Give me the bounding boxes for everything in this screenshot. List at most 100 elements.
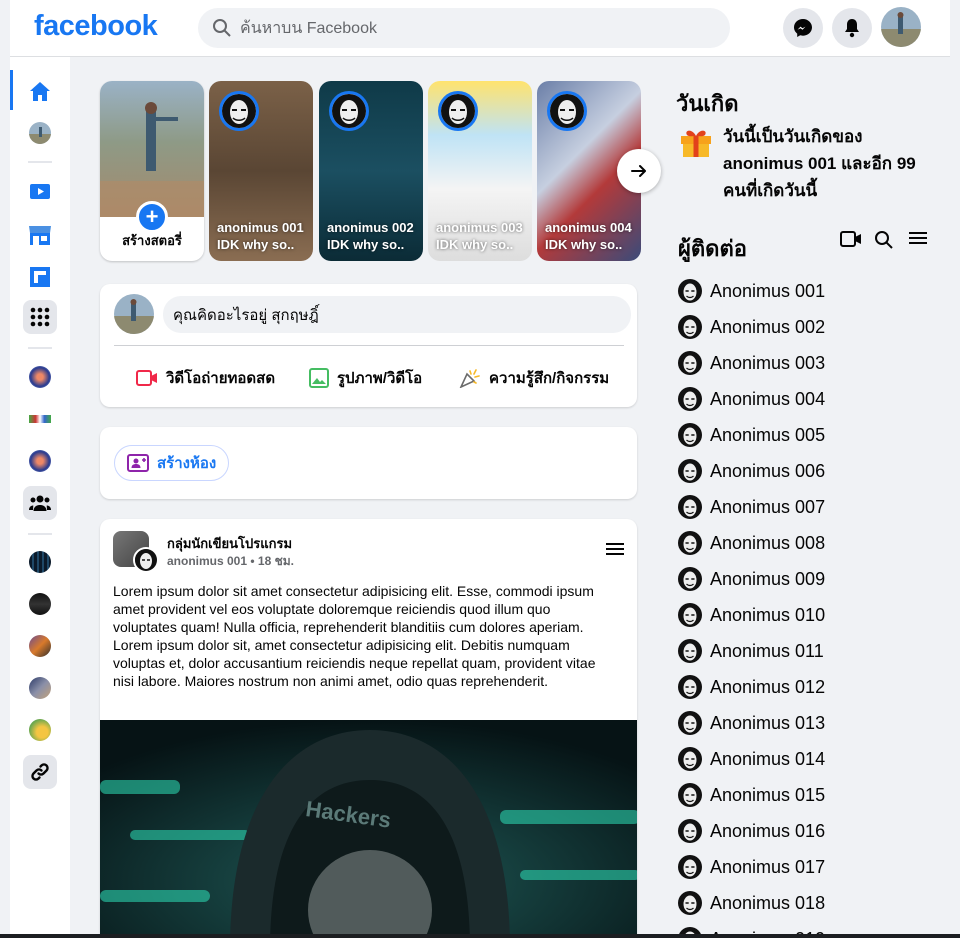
photo-video-button[interactable]: รูปภาพ/วิดีโอ <box>309 366 422 390</box>
contact-avatar <box>678 567 702 591</box>
story-avatar <box>547 91 587 131</box>
create-story-label: สร้างสตอรี่ <box>122 233 182 248</box>
contacts-title: ผู้ติดต่อ <box>678 236 747 261</box>
shortcut-avatar <box>29 450 51 472</box>
bell-icon <box>845 19 859 38</box>
create-story-card[interactable]: + สร้างสตอรี่ <box>100 81 204 261</box>
contact-item[interactable]: Anonimus 003 <box>678 348 825 378</box>
contact-item[interactable]: Anonimus 011 <box>678 636 824 666</box>
composer-input[interactable]: คุณคิดอะไรอยู่ สุกฤษฎิ์ <box>163 296 631 333</box>
contact-item[interactable]: Anonimus 018 <box>678 888 825 918</box>
contact-avatar <box>678 279 702 303</box>
shortcut-1[interactable] <box>26 363 54 391</box>
video-call-icon[interactable] <box>840 230 862 248</box>
shortcut-3[interactable] <box>26 447 54 475</box>
contact-name: Anonimus 003 <box>710 352 826 373</box>
link-button[interactable] <box>23 755 57 789</box>
group-name[interactable]: กลุ่มนักเขียนโปรแกรม <box>167 533 292 554</box>
contact-name: Anonimus 011 <box>710 640 824 661</box>
contact-item[interactable]: Anonimus 006 <box>678 456 825 486</box>
contact-name: Anonimus 015 <box>710 784 826 805</box>
rooms-card: สร้างห้อง <box>100 427 637 499</box>
contact-item[interactable]: Anonimus 012 <box>678 672 825 702</box>
grid-icon <box>30 307 50 327</box>
contact-avatar <box>678 747 702 771</box>
stories-next-button[interactable] <box>617 149 661 193</box>
contacts-actions <box>840 230 928 250</box>
shortcut-7[interactable] <box>26 674 54 702</box>
messenger-button[interactable] <box>783 8 823 48</box>
menu-grid-button[interactable] <box>23 300 57 334</box>
home-button[interactable] <box>26 78 54 106</box>
marketplace-button[interactable] <box>26 221 54 249</box>
contact-avatar <box>678 387 702 411</box>
contact-item[interactable]: Anonimus 013 <box>678 708 825 738</box>
contact-name: Anonimus 008 <box>710 532 826 553</box>
contact-item[interactable]: Anonimus 008 <box>678 528 825 558</box>
video-room-icon <box>127 454 149 472</box>
contact-avatar <box>678 783 702 807</box>
contact-item[interactable]: Anonimus 016 <box>678 816 825 846</box>
shortcut-5[interactable] <box>26 590 54 618</box>
author-avatar[interactable] <box>133 547 159 573</box>
contact-item[interactable]: Anonimus 005 <box>678 420 825 450</box>
contact-avatar <box>678 423 702 447</box>
contact-item[interactable]: Anonimus 001 <box>678 276 825 306</box>
contact-name: Anonimus 002 <box>710 316 826 337</box>
shortcut-6[interactable] <box>26 632 54 660</box>
contact-item[interactable]: Anonimus 009 <box>678 564 825 594</box>
profile-avatar[interactable] <box>881 7 921 47</box>
groups-button[interactable] <box>23 486 57 520</box>
stories-tray: + สร้างสตอรี่ anonimus 001 IDK why so.. a… <box>100 81 661 261</box>
search-icon[interactable] <box>874 230 894 250</box>
active-indicator <box>10 70 13 110</box>
facebook-logo[interactable]: facebook <box>34 10 158 43</box>
post-menu-button[interactable] <box>605 541 625 562</box>
contact-item[interactable]: Anonimus 002 <box>678 312 825 342</box>
contact-item[interactable]: Anonimus 004 <box>678 384 825 414</box>
create-room-button[interactable]: สร้างห้อง <box>114 445 230 481</box>
shortcut-2[interactable] <box>26 405 54 433</box>
contact-item[interactable]: Anonimus 015 <box>678 780 825 810</box>
post-image[interactable]: Hackers <box>100 720 637 938</box>
post-meta: anonimus 001 • 18 ชม. <box>167 554 294 568</box>
contact-avatar <box>678 819 702 843</box>
profile-shortcut[interactable] <box>26 119 54 147</box>
rail-divider <box>28 347 52 349</box>
notifications-button[interactable] <box>832 8 872 48</box>
shortcut-avatar <box>29 366 51 388</box>
contact-item[interactable]: Anonimus 007 <box>678 492 825 522</box>
messenger-icon <box>794 19 812 37</box>
live-video-button[interactable]: วิดีโอถ่ายทอดสด <box>136 366 275 390</box>
contact-item[interactable]: Anonimus 017 <box>678 852 825 882</box>
search-icon <box>213 19 231 37</box>
hamburger-icon[interactable] <box>908 230 928 246</box>
feeling-activity-button[interactable]: ความรู้สึก/กิจกรรม <box>459 366 609 390</box>
create-story-photo <box>100 81 204 217</box>
contact-avatar <box>678 531 702 555</box>
hamburger-icon <box>606 543 624 555</box>
search-input[interactable]: ค้นหาบน Facebook <box>240 16 377 41</box>
story-card[interactable]: anonimus 002 IDK why so.. <box>319 81 423 261</box>
story-title: anonimus 003 IDK why so.. <box>436 220 523 252</box>
watch-button[interactable] <box>26 178 54 206</box>
contact-item[interactable]: Anonimus 010 <box>678 600 825 630</box>
contact-name: Anonimus 006 <box>710 460 826 481</box>
contact-name: Anonimus 007 <box>710 496 826 517</box>
birthdays-text[interactable]: วันนี้เป็นวันเกิดของ anonimus 001 และอีก… <box>723 123 938 204</box>
story-card[interactable]: anonimus 003 IDK why so.. <box>428 81 532 261</box>
story-card[interactable]: anonimus 001 IDK why so.. <box>209 81 313 261</box>
contact-name: Anonimus 013 <box>710 712 826 733</box>
profile-shortcut-avatar <box>29 122 51 144</box>
contact-name: Anonimus 014 <box>710 748 826 769</box>
search-bar[interactable]: ค้นหาบน Facebook <box>198 8 730 48</box>
shortcut-4[interactable] <box>26 548 54 576</box>
contact-item[interactable]: Anonimus 014 <box>678 744 825 774</box>
contact-avatar <box>678 855 702 879</box>
shortcut-8[interactable] <box>26 716 54 744</box>
bottom-border <box>0 934 960 938</box>
gift-icon <box>678 123 714 164</box>
contact-avatar <box>678 315 702 339</box>
composer-avatar[interactable] <box>114 294 154 334</box>
groups-feed-button[interactable] <box>26 263 54 291</box>
